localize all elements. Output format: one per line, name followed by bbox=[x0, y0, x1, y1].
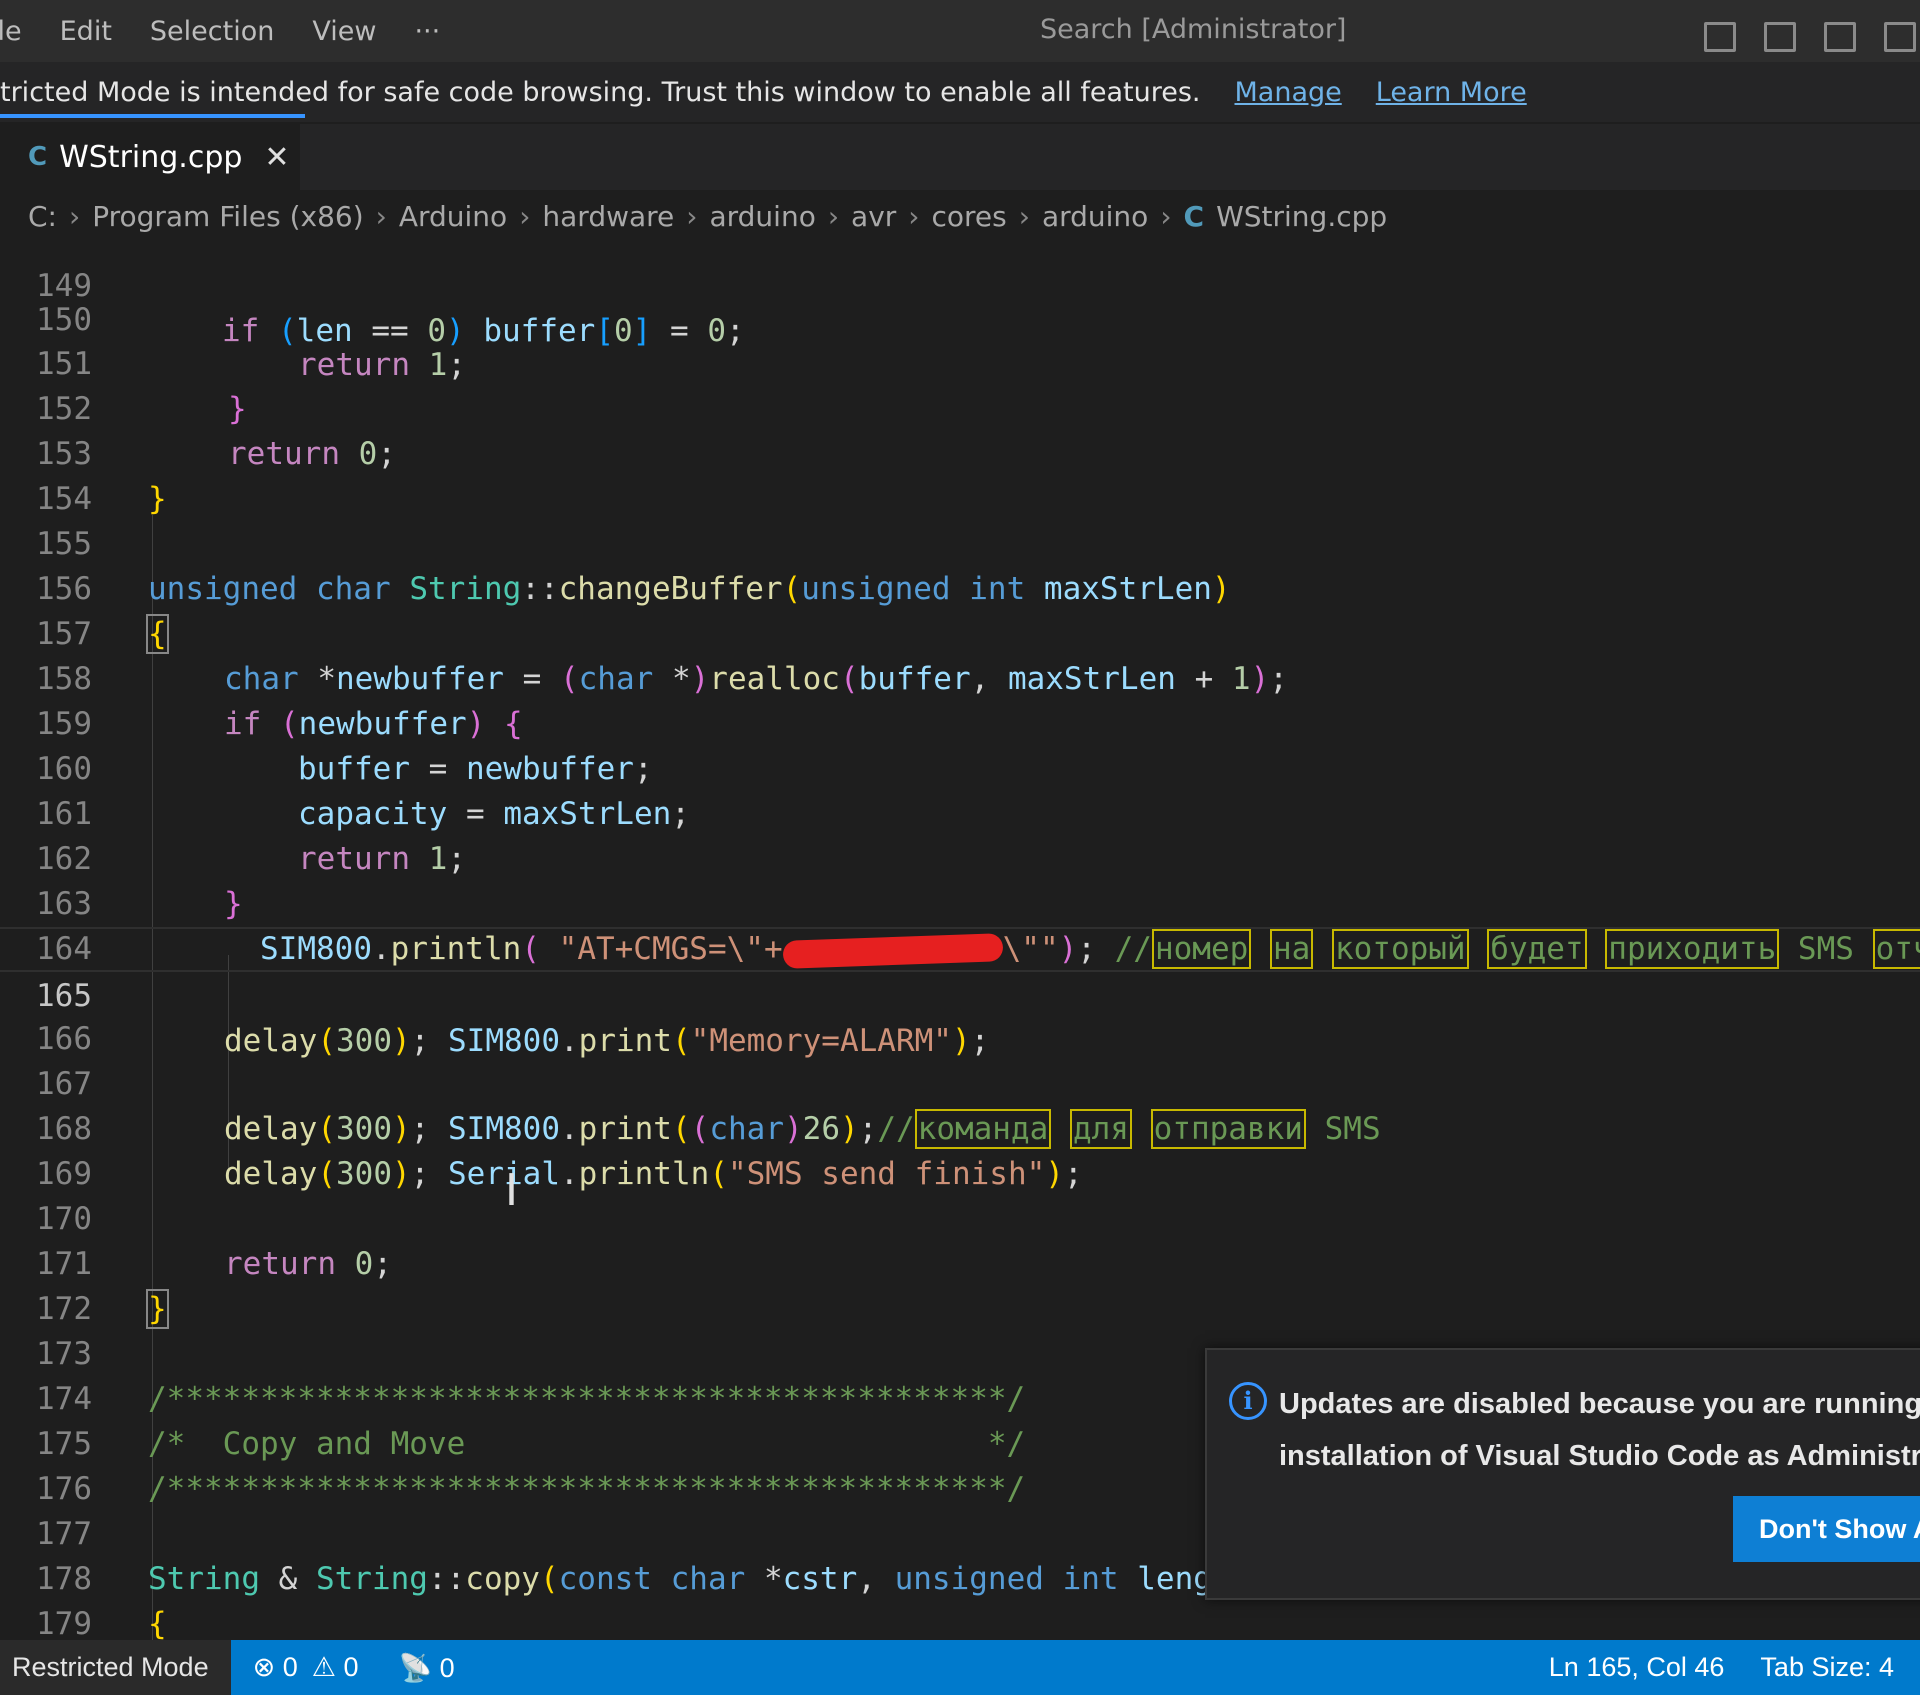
notification-message: Updates are disabled because you are run… bbox=[1279, 1388, 1920, 1472]
code-line[interactable]: 159 buffer = newbuffer; bbox=[0, 657, 1920, 787]
tab-bar: C WString.cpp ✕ bbox=[0, 124, 1920, 190]
code-line[interactable]: 154 bbox=[0, 432, 1920, 517]
menu-edit[interactable]: Edit bbox=[60, 16, 112, 47]
code-line[interactable]: 166 bbox=[0, 972, 1920, 1057]
code-line[interactable]: 170 return 0; bbox=[0, 1152, 1920, 1282]
code-line[interactable]: 168 delay(300); Serial.println("SMS send… bbox=[0, 1062, 1920, 1192]
tab-label: WString.cpp bbox=[59, 139, 243, 175]
code-line[interactable]: 171 } bbox=[0, 1197, 1920, 1329]
title-bar: ile Edit Selection View ··· Search [Admi… bbox=[0, 0, 1920, 62]
close-tab-icon[interactable]: ✕ bbox=[264, 140, 289, 175]
menu-view[interactable]: View bbox=[312, 16, 376, 47]
layout-controls bbox=[1704, 22, 1916, 52]
command-center-search[interactable]: Search [Administrator] bbox=[1040, 14, 1346, 45]
code-line[interactable]: 161 return 1; bbox=[0, 747, 1920, 877]
code-line[interactable]: 173 /***********************************… bbox=[0, 1287, 1920, 1417]
code-line[interactable]: 169 bbox=[0, 1107, 1920, 1192]
code-line[interactable]: 157 char *newbuffer = (char *)realloc(bu… bbox=[0, 567, 1920, 697]
banner-message: tricted Mode is intended for safe code b… bbox=[0, 76, 1201, 108]
customize-layout-icon[interactable] bbox=[1884, 22, 1916, 52]
status-bar: Restricted Mode ⊗ 0 ⚠ 0 📡 0 Ln 165, Col … bbox=[0, 1640, 1920, 1695]
code-line[interactable]: 150 return 1; bbox=[0, 253, 1920, 383]
toggle-sidebar-icon[interactable] bbox=[1704, 22, 1736, 52]
toggle-panel-icon[interactable] bbox=[1764, 22, 1796, 52]
code-line[interactable]: 151 } bbox=[0, 297, 1920, 427]
menu-selection[interactable]: Selection bbox=[150, 16, 274, 47]
code-line[interactable]: 163 SIM800.println( "AT+CMGS=\"+ \""); //… bbox=[0, 837, 1920, 969]
tab-wstring-cpp[interactable]: C WString.cpp ✕ bbox=[0, 124, 300, 190]
cursor-position[interactable]: Ln 165, Col 46 bbox=[1549, 1640, 1725, 1695]
banner-focus-indicator bbox=[0, 114, 305, 118]
banner-learn-more-link[interactable]: Learn More bbox=[1376, 77, 1527, 108]
cpp-file-icon: C bbox=[28, 142, 48, 172]
code-line[interactable]: 160 capacity = maxStrLen; bbox=[0, 702, 1920, 832]
text-cursor-icon: I bbox=[505, 1165, 518, 1216]
errors-count[interactable]: ⊗ 0 bbox=[253, 1652, 298, 1683]
code-line[interactable]: 172 bbox=[0, 1242, 1920, 1327]
restricted-mode-banner: tricted Mode is intended for safe code b… bbox=[0, 62, 1920, 122]
update-notification: i Updates are disabled because you are r… bbox=[1205, 1348, 1920, 1600]
code-line[interactable]: 162 } bbox=[0, 792, 1920, 922]
banner-manage-link[interactable]: Manage bbox=[1235, 77, 1342, 108]
status-bar-right: Ln 165, Col 46 Tab Size: 4 bbox=[1549, 1640, 1894, 1695]
warnings-count[interactable]: ⚠ 0 bbox=[312, 1652, 359, 1683]
menu-file[interactable]: ile bbox=[0, 16, 22, 47]
code-line[interactable]: 153 } bbox=[0, 387, 1920, 517]
code-line[interactable]: 167 delay(300); SIM800.print((char)26);/… bbox=[0, 1017, 1920, 1149]
tab-size[interactable]: Tab Size: 4 bbox=[1760, 1640, 1894, 1695]
info-icon: i bbox=[1229, 1382, 1267, 1420]
code-line[interactable]: 158 if (newbuffer) { bbox=[0, 612, 1920, 742]
menu-bar: ile Edit Selection View ··· bbox=[0, 16, 440, 47]
code-line[interactable]: 152 return 0; bbox=[0, 342, 1920, 472]
code-line-current[interactable]: 165 delay(300); SIM800.print("Memory=ALA… bbox=[0, 927, 1920, 1059]
code-line[interactable]: 156 { bbox=[0, 522, 1920, 654]
toggle-secondary-sidebar-icon[interactable] bbox=[1824, 22, 1856, 52]
ports-indicator[interactable]: 📡 0 bbox=[398, 1652, 454, 1684]
menu-more[interactable]: ··· bbox=[414, 16, 440, 47]
code-line[interactable]: 164 bbox=[0, 882, 1920, 967]
code-line[interactable]: 155 unsigned char String::changeBuffer(u… bbox=[0, 477, 1920, 607]
restricted-mode-indicator[interactable]: Restricted Mode bbox=[0, 1640, 231, 1695]
dont-show-again-button[interactable]: Don't Show A bbox=[1733, 1496, 1920, 1562]
